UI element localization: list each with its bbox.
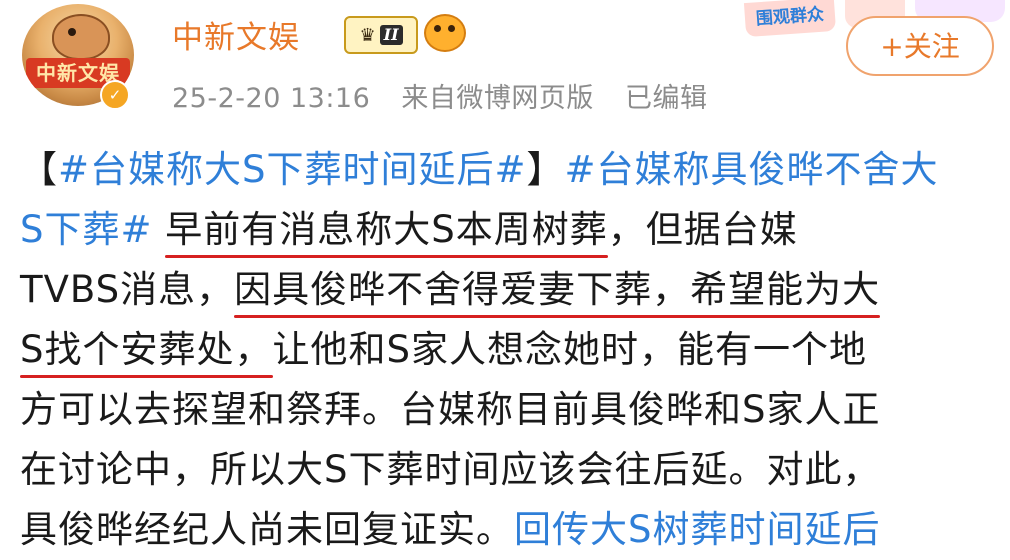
post-body: 【#台媒称大S下葬时间延后#】#台媒称具俊晔不舍大 S下葬# 早前有消息称大S本…: [20, 140, 1005, 560]
post-text: 让他和S家人想念她时，能有一个地: [272, 328, 867, 371]
post-timestamp: 25-2-20 13:16: [172, 83, 371, 114]
topic-link[interactable]: 回传大S树葬时间延后: [514, 508, 881, 551]
member-level-badge[interactable]: ♛ II: [344, 16, 418, 54]
post-line: TVBS消息，因具俊晔不舍得爱妻下葬，希望能为大: [20, 260, 1005, 320]
follow-button[interactable]: +关注: [846, 16, 994, 76]
post-line: 方可以去探望和祭拜。台媒称目前具俊晔和S家人正: [20, 380, 1005, 440]
crown-icon: ♛: [359, 24, 376, 46]
underlined-text: 因具俊晔不舍得爱妻下葬，希望能为大: [234, 260, 881, 320]
hashtag-link[interactable]: #台媒称大S下葬时间延后#: [58, 148, 527, 191]
post-source: 来自微博网页版: [401, 83, 594, 114]
edited-label: 已编辑: [624, 83, 708, 114]
post-text: 具俊晔经纪人尚未回复证实。: [20, 508, 514, 551]
top-badge: 围观群众: [743, 0, 837, 38]
post-text: 在讨论中，所以大S下葬时间应该会往后延。对此，: [20, 448, 881, 491]
bracket-close: 】: [526, 148, 565, 191]
underlined-text: S找个安葬处，: [20, 320, 273, 380]
underlined-text: 早前有消息称大S本周树葬: [165, 200, 608, 260]
post-header: 中新文娱 ✓ 中新文娱 ♛ II 25-2-20 13:16 来自微博网页版 已…: [0, 0, 1010, 120]
account-name[interactable]: 中新文娱: [172, 12, 300, 57]
post-line: 在讨论中，所以大S下葬时间应该会往后延。对此，: [20, 440, 1005, 500]
member-level-label: II: [379, 25, 403, 45]
post-text: TVBS消息，: [20, 268, 235, 311]
post-text: ，但据台媒: [607, 208, 798, 251]
fan-badge-icon[interactable]: [424, 14, 466, 52]
post-line: S下葬# 早前有消息称大S本周树葬，但据台媒: [20, 200, 1005, 260]
post-text: 方可以去探望和祭拜。台媒称目前具俊晔和S家人正: [20, 388, 881, 431]
hashtag-link[interactable]: S下葬#: [20, 208, 153, 251]
post-meta: 25-2-20 13:16 来自微博网页版 已编辑: [172, 76, 729, 115]
post-line: 具俊晔经纪人尚未回复证实。回传大S树葬时间延后: [20, 500, 1005, 560]
post-line: 【#台媒称大S下葬时间延后#】#台媒称具俊晔不舍大: [20, 140, 1005, 200]
verified-badge-icon: ✓: [100, 80, 130, 110]
post-line: S找个安葬处，让他和S家人想念她时，能有一个地: [20, 320, 1005, 380]
hashtag-link[interactable]: #台媒称具俊晔不舍大: [565, 148, 939, 191]
fish-logo-icon: [52, 14, 110, 60]
bracket-open: 【: [20, 148, 58, 191]
post-text: [153, 208, 166, 251]
